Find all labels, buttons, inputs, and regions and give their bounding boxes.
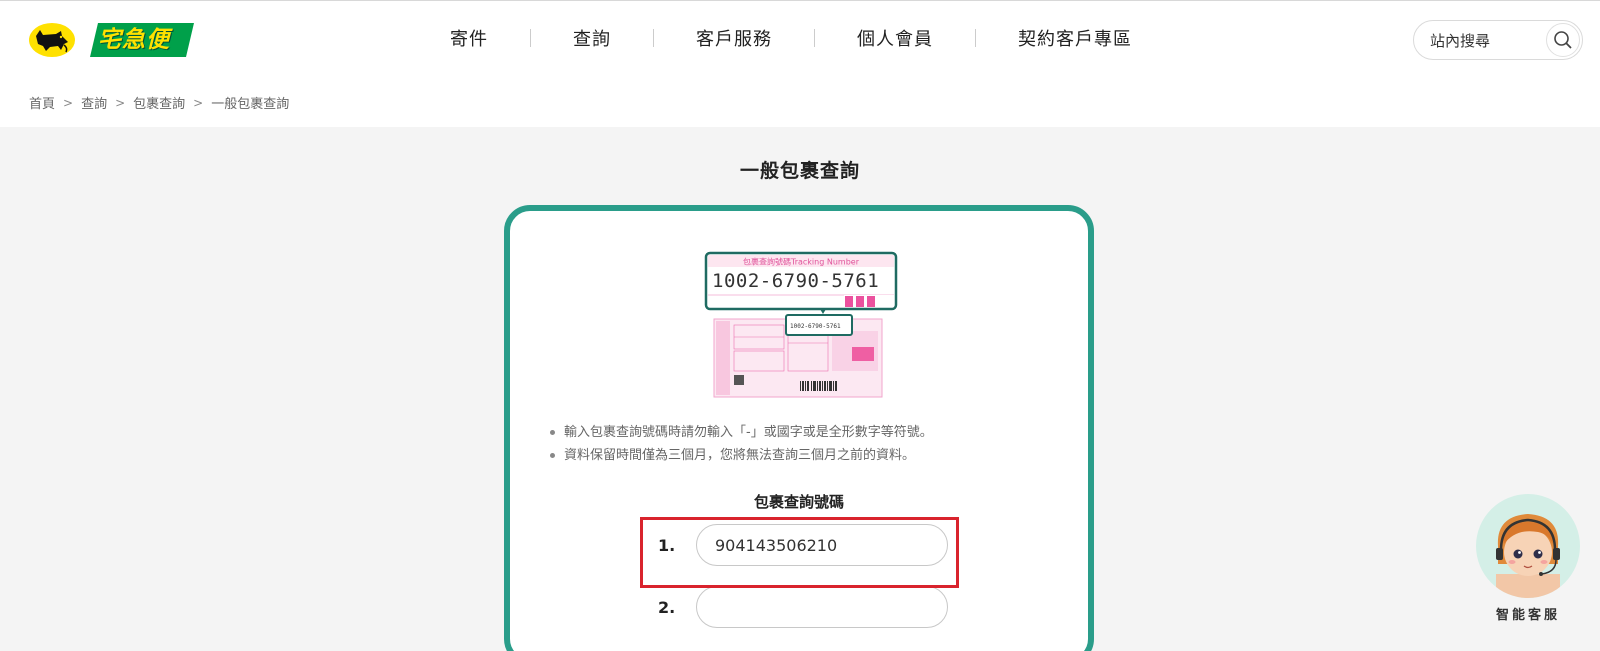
site-header: 宅急便 寄件 查詢 客戶服務 個人會員 契約客戶專區 (0, 0, 1600, 77)
search-icon (1554, 31, 1572, 49)
tracking-receipt-illustration: 包裹查詢號碼Tracking Number 1002-6790-5761 100… (704, 251, 898, 398)
breadcrumb: 首頁 > 查詢 > 包裹查詢 > 一般包裹查詢 (29, 93, 290, 113)
row-number: 2. (658, 598, 676, 617)
note-item: 資料保留時間僅為三個月，您將無法查詢三個月之前的資料。 (548, 444, 933, 467)
receipt-tracking-example: 1002-6790-5761 (712, 270, 879, 292)
nav-item-contract-customer[interactable]: 契約客戶專區 (1018, 25, 1132, 51)
nav-divider (814, 29, 815, 47)
nav-divider (653, 29, 654, 47)
logo-text: 宅急便 (98, 27, 170, 53)
chevron-right-icon: > (63, 95, 74, 110)
black-cat-logo-icon (29, 23, 75, 57)
breadcrumb-current: 一般包裹查詢 (211, 97, 290, 112)
note-item: 輸入包裹查詢號碼時請勿輸入「-」或國字或是全形數字等符號。 (548, 421, 933, 444)
chevron-right-icon: > (193, 95, 204, 110)
breadcrumb-query[interactable]: 查詢 (81, 93, 107, 112)
tracking-notes: 輸入包裹查詢號碼時請勿輸入「-」或國字或是全形數字等符號。 資料保留時間僅為三個… (548, 421, 933, 467)
chevron-right-icon: > (115, 95, 126, 110)
tracking-row-2: 2. (510, 586, 1088, 630)
search-input[interactable] (1430, 30, 1530, 52)
search-button[interactable] (1546, 23, 1580, 57)
nav-item-send[interactable]: 寄件 (450, 25, 488, 51)
main-nav: 寄件 查詢 客戶服務 個人會員 契約客戶專區 (450, 23, 1132, 53)
chatbot-avatar-icon (1496, 514, 1560, 598)
nav-item-query[interactable]: 查詢 (573, 25, 611, 51)
nav-item-personal-member[interactable]: 個人會員 (857, 25, 933, 51)
receipt-tag-title: 包裹查詢號碼Tracking Number (743, 257, 860, 267)
breadcrumb-package-query[interactable]: 包裹查詢 (133, 93, 185, 112)
chatbot-label: 智能客服 (1495, 608, 1560, 623)
breadcrumb-bar: 首頁 > 查詢 > 包裹查詢 > 一般包裹查詢 (0, 77, 1600, 127)
page-title: 一般包裹查詢 (739, 160, 860, 182)
tracking-number-label: 包裹查詢號碼 (753, 493, 844, 511)
breadcrumb-home[interactable]: 首頁 (29, 93, 55, 112)
logo-wordmark: 宅急便 (90, 23, 194, 57)
site-search (1413, 20, 1583, 60)
tracking-number-input-2[interactable] (696, 586, 948, 628)
receipt-small-example: 1002-6790-5761 (790, 323, 841, 330)
smart-customer-service-button[interactable]: 智能客服 (1474, 494, 1582, 624)
nav-item-customer-service[interactable]: 客戶服務 (696, 25, 772, 51)
nav-divider (530, 29, 531, 47)
annotation-highlight-box (640, 517, 959, 588)
nav-divider (975, 29, 976, 47)
site-logo[interactable]: 宅急便 (28, 21, 194, 59)
